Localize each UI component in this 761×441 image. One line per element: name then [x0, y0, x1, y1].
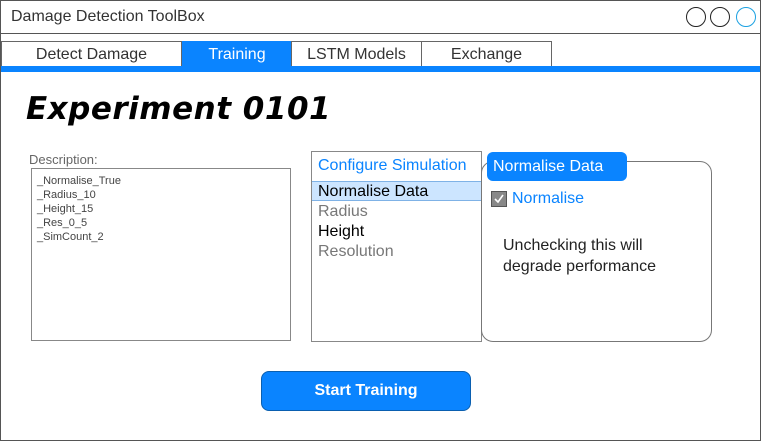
description-line: _Res_0_5: [37, 217, 88, 229]
close-icon[interactable]: [736, 7, 756, 27]
configure-simulation-list: Configure Simulation Normalise Data Radi…: [311, 151, 482, 342]
list-item-resolution[interactable]: Resolution: [312, 242, 481, 262]
tab-underline: [1, 66, 760, 72]
page-title: Experiment 0101: [26, 91, 332, 127]
description-textarea[interactable]: _Normalise_True _Radius_10 _Height_15 _R…: [31, 168, 291, 341]
list-item-radius[interactable]: Radius: [312, 202, 481, 222]
app-window: Damage Detection ToolBox Detect Damage T…: [0, 0, 761, 441]
configure-simulation-title: Configure Simulation: [318, 157, 467, 174]
start-training-button[interactable]: Start Training: [261, 371, 471, 411]
description-label: Description:: [29, 152, 98, 167]
window-title: Damage Detection ToolBox: [11, 8, 205, 25]
description-line: _SimCount_2: [37, 231, 104, 243]
tab-detect-damage[interactable]: Detect Damage: [1, 41, 182, 66]
description-line: _Normalise_True: [37, 175, 121, 187]
checkmark-icon: [494, 194, 504, 204]
tab-training[interactable]: Training: [182, 41, 292, 66]
tab-bar: Detect Damage Training LSTM Models Excha…: [1, 41, 760, 67]
restore-icon[interactable]: [710, 7, 730, 27]
list-item-normalise-data[interactable]: Normalise Data: [312, 181, 481, 201]
normalise-data-panel-title: Normalise Data: [487, 152, 627, 181]
normalise-checkbox[interactable]: [491, 191, 507, 207]
minimize-icon[interactable]: [686, 7, 706, 27]
description-line: _Radius_10: [37, 189, 96, 201]
normalise-checkbox-label[interactable]: Normalise: [512, 190, 584, 208]
title-bar: Damage Detection ToolBox: [1, 1, 760, 34]
list-item-height[interactable]: Height: [312, 222, 481, 242]
tab-lstm-models[interactable]: LSTM Models: [291, 41, 422, 66]
description-line: _Height_15: [37, 203, 94, 215]
normalise-warning-text: Unchecking this will degrade performance: [503, 237, 656, 275]
tab-exchange[interactable]: Exchange: [421, 41, 552, 66]
